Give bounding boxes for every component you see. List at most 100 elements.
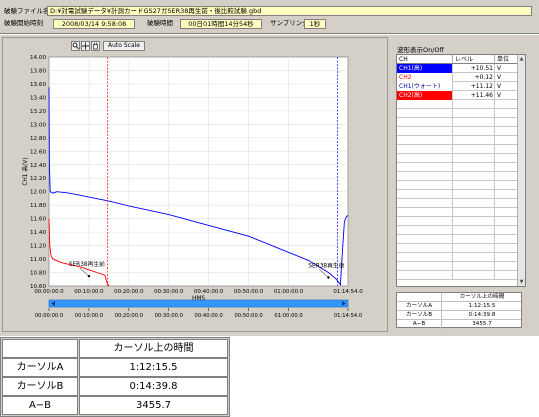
- channel-level: [453, 262, 495, 271]
- channel-row-empty: [397, 244, 518, 253]
- channel-unit: [495, 172, 518, 181]
- channel-name: CH2: [397, 73, 453, 82]
- annotation-label: SER38再生後: [308, 261, 344, 269]
- cursor-small-label: カーソルA: [397, 302, 442, 311]
- channel-name: [397, 217, 453, 226]
- y-tick-label: 13.00: [30, 122, 46, 128]
- channel-row-empty: [397, 262, 518, 271]
- y-tick-label: 11.00: [30, 257, 46, 263]
- channel-row-empty: [397, 226, 518, 235]
- channel-name: [397, 163, 453, 172]
- x-tick-label: 00:40:00.0: [194, 289, 224, 295]
- app-window: 破験ファイル名 D:¥対電試験データ¥計測カードGS27ガSER38再生前・後比…: [0, 0, 539, 336]
- channel-name: [397, 226, 453, 235]
- channel-unit: [495, 145, 518, 154]
- channel-row-empty: [397, 217, 518, 226]
- cursor-small-row-a: カーソルA 1:12:15.5: [397, 302, 521, 311]
- channel-name: [397, 136, 453, 145]
- slider-tick-label: 00:50:00.0: [234, 313, 262, 319]
- channel-unit: V: [495, 73, 518, 82]
- channel-header-unit: 単位: [495, 55, 518, 64]
- channel-level: [453, 199, 495, 208]
- channel-row[interactable]: CH2 +0.12 V: [397, 73, 518, 82]
- y-tick-label: 13.40: [30, 95, 46, 101]
- x-tick-label: 00:50:00.0: [234, 289, 264, 295]
- channel-unit: [495, 109, 518, 118]
- channel-unit: [495, 217, 518, 226]
- y-tick-label: 11.80: [30, 203, 46, 209]
- y-tick-label: 13.80: [30, 68, 46, 74]
- channel-name: [397, 154, 453, 163]
- channel-name: [397, 172, 453, 181]
- slider-tick-label: 00:40:00.0: [195, 313, 223, 319]
- channel-level: [453, 244, 495, 253]
- scroll-down-icon[interactable]: ▼: [518, 278, 525, 286]
- cursor-time-table-small: カーソル上の時間 カーソルA 1:12:15.5 カーソルB 0:14:39.8…: [396, 292, 522, 329]
- channel-name: [397, 118, 453, 127]
- channel-name: [397, 199, 453, 208]
- channel-row-empty: [397, 199, 518, 208]
- channel-row-empty: [397, 127, 518, 136]
- channel-level: [453, 226, 495, 235]
- channel-row[interactable]: CH2(高) +11.46 V: [397, 91, 518, 100]
- cursor-small-value: 1:12:15.5: [468, 303, 496, 309]
- channel-level: [453, 208, 495, 217]
- channel-level: [453, 154, 495, 163]
- channel-table-scrollbar[interactable]: ▲ ▼: [517, 55, 525, 286]
- y-tick-label: 12.00: [30, 190, 46, 196]
- channel-name: CH1(高): [397, 64, 453, 73]
- slider-tick-label: 00:00:00.0: [35, 313, 63, 319]
- channel-row-empty: [397, 118, 518, 127]
- channel-row[interactable]: CH1(ウォート) +11.12 V: [397, 82, 518, 91]
- scroll-up-icon[interactable]: ▲: [518, 55, 525, 63]
- channel-name: CH1(ウォート): [397, 82, 453, 91]
- y-axis-label: CH1 高(V): [21, 157, 29, 185]
- y-tick-label: 11.60: [30, 217, 46, 223]
- x-tick-label: 01:14:54.0: [333, 289, 363, 295]
- channel-level: [453, 118, 495, 127]
- cursor-diff-value: 3455.7: [79, 396, 228, 415]
- cursor-small-corner: [397, 293, 442, 302]
- channel-level: +0.12: [453, 73, 495, 82]
- channel-level: [453, 127, 495, 136]
- channel-row[interactable]: CH1(高) +10.51 V: [397, 64, 518, 73]
- channel-unit: [495, 226, 518, 235]
- channel-unit: [495, 190, 518, 199]
- channel-unit: [495, 163, 518, 172]
- channel-name: [397, 244, 453, 253]
- channel-level: [453, 235, 495, 244]
- y-tick-label: 10.80: [30, 271, 46, 277]
- channel-level: [453, 100, 495, 109]
- y-tick-label: 12.40: [30, 163, 46, 169]
- channel-row-empty: [397, 163, 518, 172]
- plot-canvas: 14.00 13.80 13.60 13.40 13.20 13.00 12.80 12.60…: [21, 55, 363, 319]
- channel-name: [397, 145, 453, 154]
- channel-row-empty: [397, 271, 518, 280]
- cursor-time-table: カーソル上の時間 カーソルA 1:12:15.5 カーソルB 0:14:39.8…: [0, 337, 230, 417]
- slider-tick-label: 01:00:00.0: [274, 313, 302, 319]
- channel-level: [453, 136, 495, 145]
- y-tick-label: 12.20: [30, 176, 46, 182]
- channel-level: +11.12: [453, 82, 495, 91]
- cursor-small-header: カーソル上の時間: [459, 294, 505, 300]
- channel-row-empty: [397, 172, 518, 181]
- channel-unit: [495, 154, 518, 163]
- x-tick-label: 00:00:00.0: [34, 289, 64, 295]
- slider-tick-label: 00:30:00.0: [155, 313, 183, 319]
- channel-row-empty: [397, 136, 518, 145]
- channel-header-ch: CH: [397, 55, 453, 64]
- channel-name: [397, 271, 453, 280]
- channel-level: [453, 163, 495, 172]
- channel-row-empty: [397, 235, 518, 244]
- cursor-small-row-diff: A−B 3455.7: [397, 320, 521, 329]
- channel-level: [453, 190, 495, 199]
- slider-tick-label: 00:20:00.0: [115, 313, 143, 319]
- cursor-b-label: カーソルB: [2, 377, 78, 396]
- channel-row-empty: [397, 154, 518, 163]
- cursor-small-label: A−B: [397, 320, 442, 329]
- cursor-small-row-b: カーソルB 0:14:39.8: [397, 311, 521, 320]
- channel-unit: [495, 118, 518, 127]
- x-tick-label: 00:10:00.0: [74, 289, 104, 295]
- time-range-slider[interactable]: [48, 299, 349, 308]
- channel-name: [397, 253, 453, 262]
